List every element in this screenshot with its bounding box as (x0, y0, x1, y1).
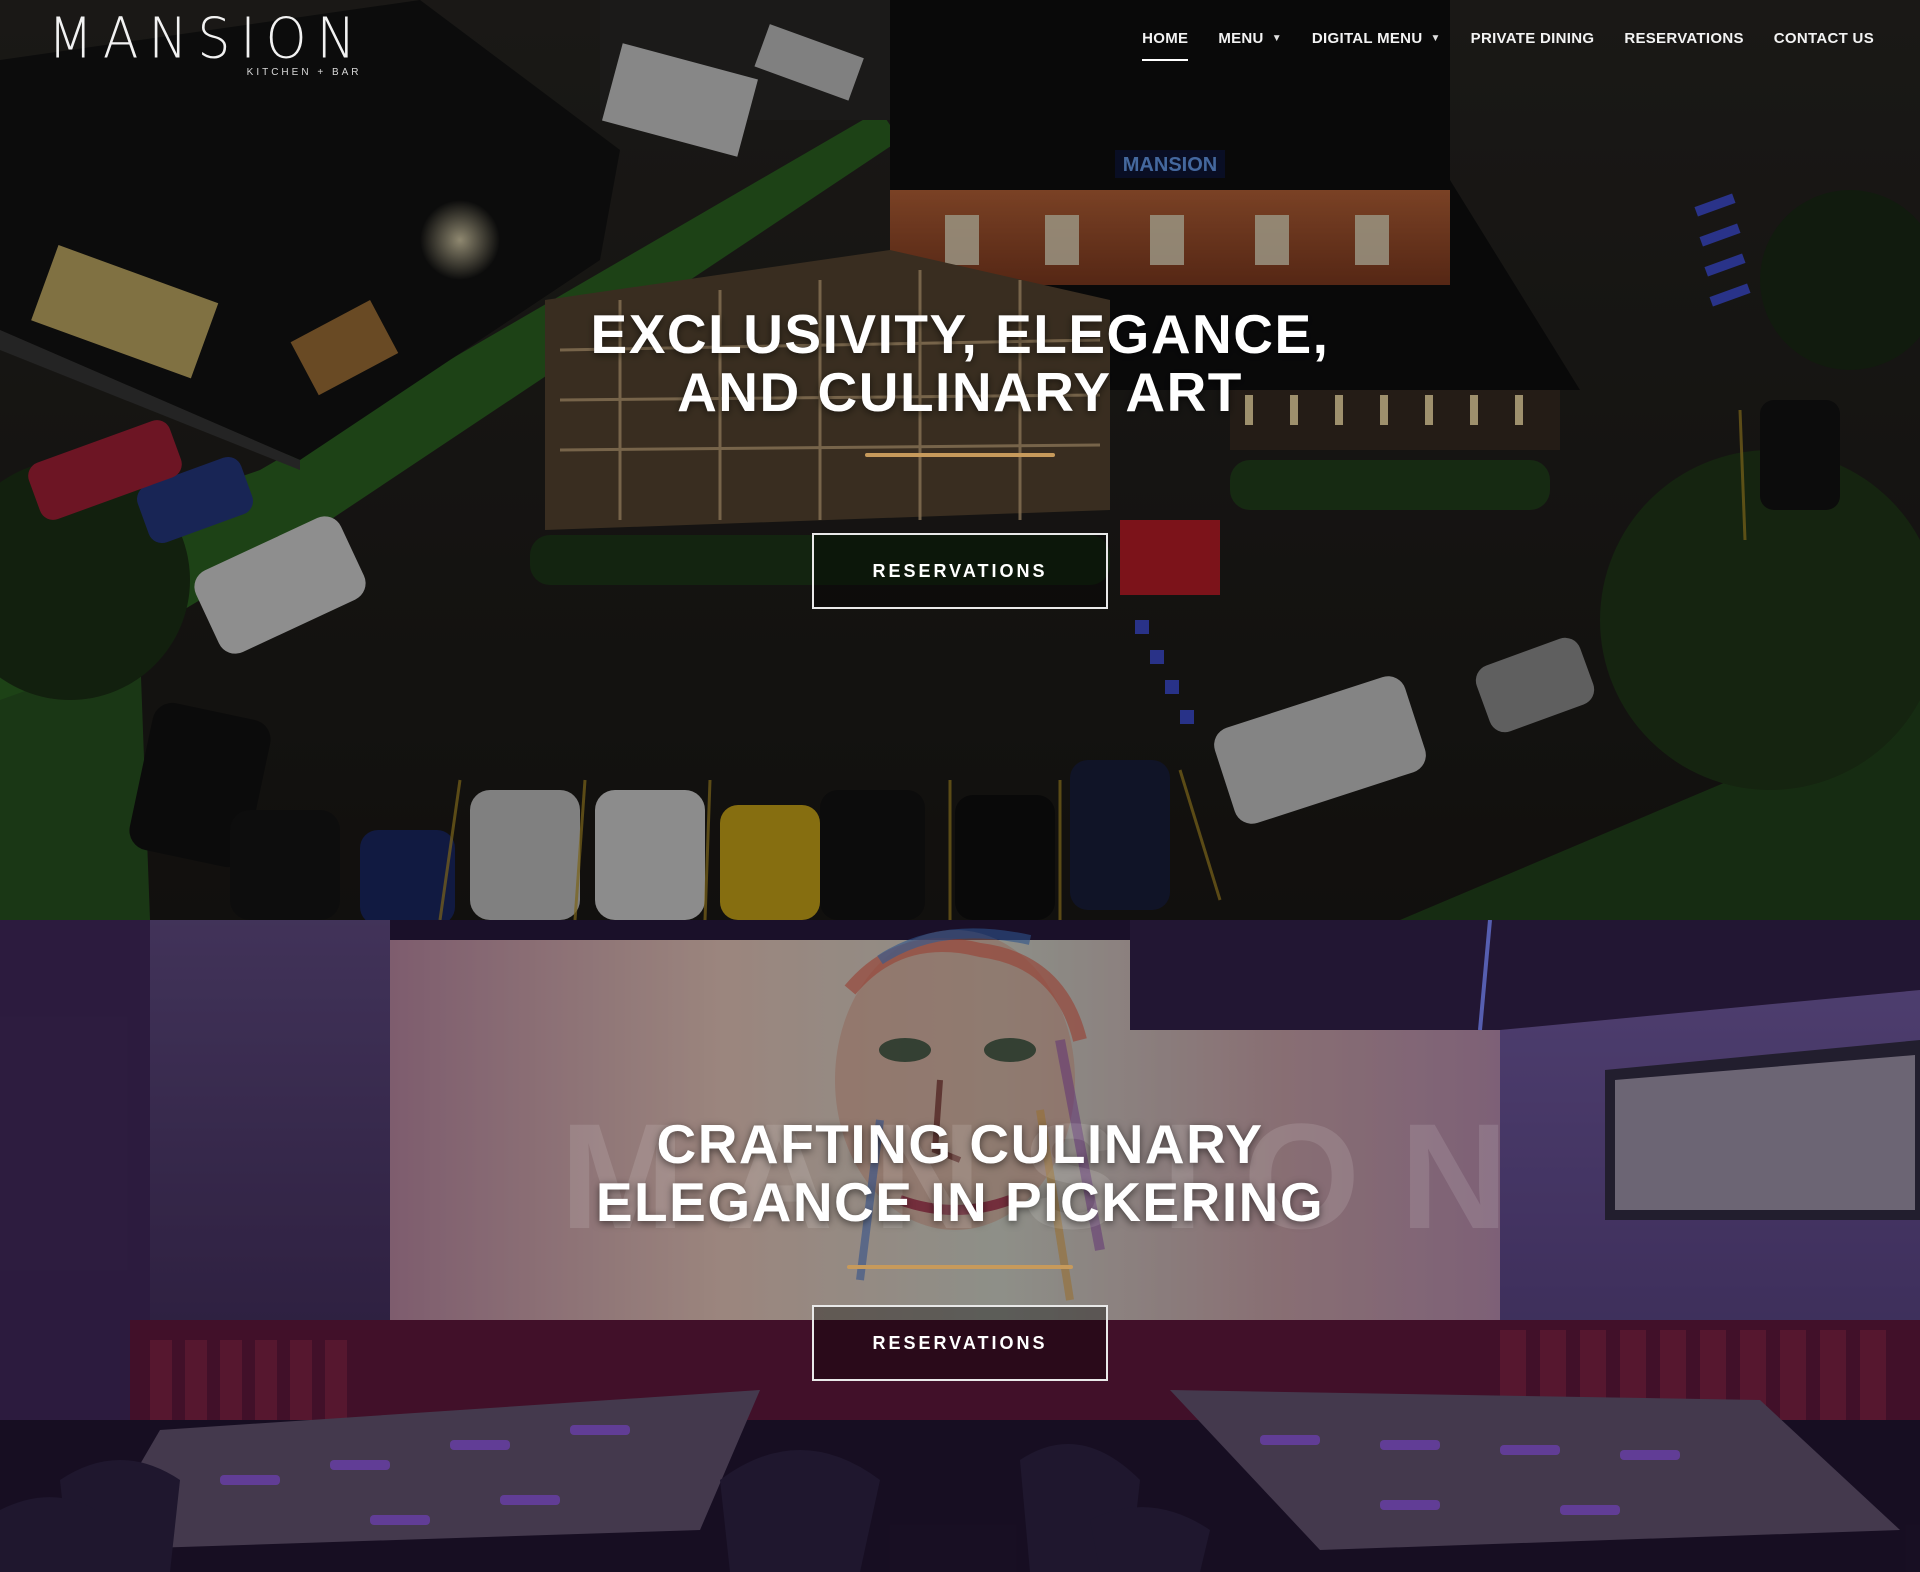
hero-2-title: CRAFTING CULINARY ELEGANCE IN PICKERING (595, 1113, 1325, 1233)
hero-1-accent-rule (865, 453, 1055, 457)
chevron-down-icon: ▼ (1430, 32, 1441, 44)
site-header: MANSION KITCHEN + BAR HOME MENU ▼ DIGITA… (0, 0, 1920, 90)
nav-item-home[interactable]: HOME (1142, 22, 1189, 61)
hero-2-reservations-button[interactable]: RESERVATIONS (812, 1305, 1108, 1381)
nav-item-menu[interactable]: MENU ▼ (1218, 22, 1282, 55)
nav-label: CONTACT US (1773, 29, 1874, 47)
hero-1-reservations-button[interactable]: RESERVATIONS (812, 533, 1108, 609)
brand-logo[interactable]: MANSION KITCHEN + BAR (48, 6, 366, 77)
nav-item-private-dining[interactable]: PRIVATE DINING (1471, 22, 1595, 55)
hero-1-content: EXCLUSIVITY, ELEGANCE, AND CULINARY ART … (0, 305, 1920, 609)
hero-section-interior: MANSION CRAFTING CULINARY ELEGANCE IN PI… (0, 920, 1920, 1572)
nav-item-reservations[interactable]: RESERVATIONS (1624, 22, 1743, 55)
main-navigation: HOME MENU ▼ DIGITAL MENU ▼ PRIVATE DININ… (1142, 22, 1874, 61)
nav-item-digital-menu[interactable]: DIGITAL MENU ▼ (1312, 22, 1441, 55)
hero-section-exterior: MANSION EXCLUSIVITY, ELEGANCE, AND CULIN… (0, 0, 1920, 920)
nav-label: DIGITAL MENU (1311, 29, 1423, 47)
nav-label: PRIVATE DINING (1470, 29, 1595, 47)
hero-2-accent-rule (847, 1265, 1073, 1269)
nav-label: MENU (1218, 29, 1264, 47)
nav-label: RESERVATIONS (1624, 29, 1744, 47)
chevron-down-icon: ▼ (1271, 32, 1282, 44)
brand-name: MANSION (48, 6, 366, 71)
nav-label: HOME (1142, 29, 1189, 47)
hero-2-content: CRAFTING CULINARY ELEGANCE IN PICKERING … (0, 1115, 1920, 1381)
hero-1-title: EXCLUSIVITY, ELEGANCE, AND CULINARY ART (590, 303, 1330, 423)
nav-item-contact-us[interactable]: CONTACT US (1774, 22, 1874, 55)
